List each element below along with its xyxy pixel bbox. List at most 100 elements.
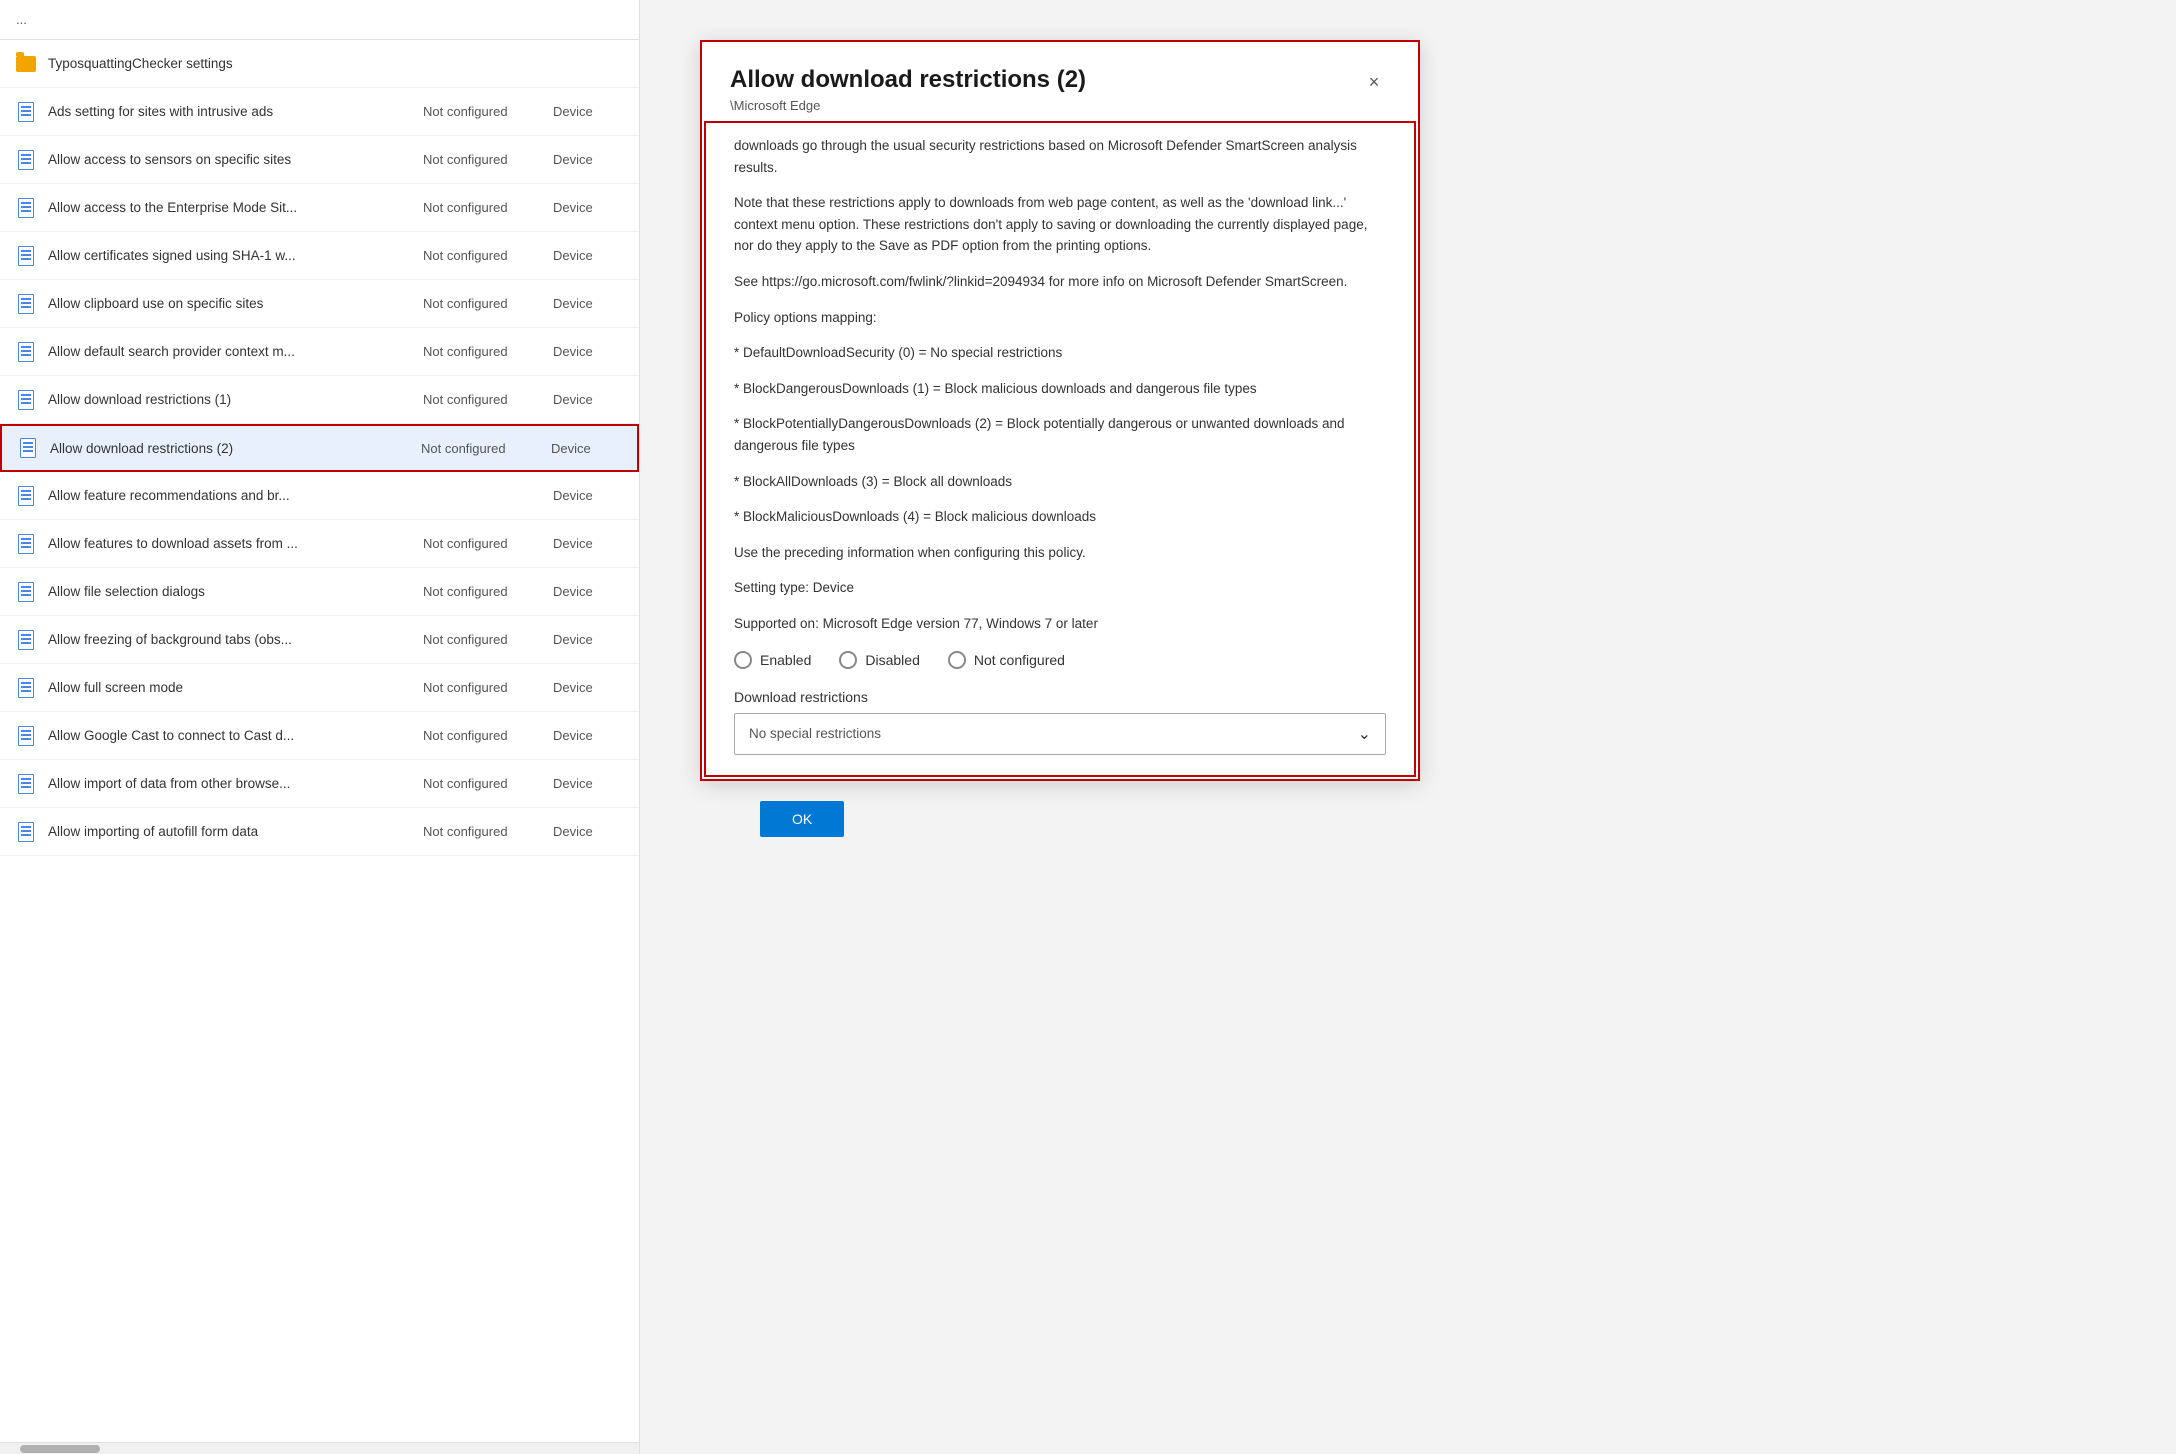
item-status: Not configured — [423, 632, 553, 647]
list-item[interactable]: Allow freezing of background tabs (obs..… — [0, 616, 639, 664]
radio-label: Disabled — [865, 652, 919, 668]
list-item[interactable]: Allow access to sensors on specific site… — [0, 136, 639, 184]
dropdown-label: Download restrictions — [734, 689, 1386, 705]
item-status: Not configured — [423, 344, 553, 359]
document-icon — [18, 582, 34, 602]
document-icon — [18, 726, 34, 746]
item-type: Device — [553, 152, 623, 167]
list-item[interactable]: Allow features to download assets from .… — [0, 520, 639, 568]
item-name: Allow feature recommendations and br... — [48, 488, 423, 503]
list-item[interactable]: Allow importing of autofill form dataNot… — [0, 808, 639, 856]
item-name: Allow Google Cast to connect to Cast d..… — [48, 728, 423, 743]
item-name: Allow full screen mode — [48, 680, 423, 695]
dialog-footer: OK — [700, 781, 904, 877]
list-item[interactable]: TyposquattingChecker settings — [0, 40, 639, 88]
item-name: Allow download restrictions (2) — [50, 441, 421, 456]
item-type: Device — [553, 248, 623, 263]
left-panel: ... TyposquattingChecker settingsAds set… — [0, 0, 640, 1454]
document-icon — [18, 534, 34, 554]
right-panel: Allow download restrictions (2) \Microso… — [640, 0, 2176, 1454]
document-icon — [18, 150, 34, 170]
item-status: Not configured — [423, 392, 553, 407]
radio-circle-icon — [839, 651, 857, 669]
top-text: ... — [16, 12, 27, 27]
item-type: Device — [553, 776, 623, 791]
description-paragraph: Setting type: Device — [734, 577, 1386, 599]
radio-option[interactable]: Enabled — [734, 651, 811, 669]
ok-button[interactable]: OK — [760, 801, 844, 837]
dialog: Allow download restrictions (2) \Microso… — [700, 40, 1420, 781]
close-button[interactable]: × — [1358, 66, 1390, 98]
item-type: Device — [553, 584, 623, 599]
item-status: Not configured — [423, 680, 553, 695]
item-type: Device — [553, 104, 623, 119]
policy-list: TyposquattingChecker settingsAds setting… — [0, 40, 639, 1442]
document-icon — [18, 198, 34, 218]
description-paragraph: Note that these restrictions apply to do… — [734, 192, 1386, 257]
document-icon — [20, 438, 36, 458]
document-icon — [18, 486, 34, 506]
horizontal-scrollbar[interactable] — [0, 1442, 639, 1454]
list-item[interactable]: Allow default search provider context m.… — [0, 328, 639, 376]
item-type: Device — [553, 344, 623, 359]
scrollbar-thumb[interactable] — [20, 1445, 100, 1453]
list-item[interactable]: Allow file selection dialogsNot configur… — [0, 568, 639, 616]
dialog-title-section: Allow download restrictions (2) \Microso… — [730, 66, 1358, 113]
item-type: Device — [551, 441, 621, 456]
dialog-description: downloads go through the usual security … — [734, 135, 1386, 635]
radio-option[interactable]: Disabled — [839, 651, 919, 669]
item-type: Device — [553, 536, 623, 551]
dropdown-section: Download restrictions No special restric… — [734, 689, 1386, 755]
chevron-down-icon: ⌄ — [1358, 724, 1371, 744]
document-icon — [18, 774, 34, 794]
item-type: Device — [553, 200, 623, 215]
item-name: Allow certificates signed using SHA-1 w.… — [48, 248, 423, 263]
description-paragraph: downloads go through the usual security … — [734, 135, 1386, 178]
dialog-title: Allow download restrictions (2) — [730, 66, 1358, 94]
dropdown-value: No special restrictions — [749, 726, 881, 741]
item-status: Not configured — [421, 441, 551, 456]
download-restrictions-dropdown[interactable]: No special restrictions ⌄ — [734, 713, 1386, 755]
document-icon — [18, 390, 34, 410]
item-name: Allow clipboard use on specific sites — [48, 296, 423, 311]
item-status: Not configured — [423, 104, 553, 119]
document-icon — [18, 246, 34, 266]
top-fade-row: ... — [0, 0, 639, 40]
item-name: Allow freezing of background tabs (obs..… — [48, 632, 423, 647]
document-icon — [18, 294, 34, 314]
list-item[interactable]: Allow full screen modeNot configuredDevi… — [0, 664, 639, 712]
item-type: Device — [553, 392, 623, 407]
description-paragraph: * BlockDangerousDownloads (1) = Block ma… — [734, 378, 1386, 400]
list-item[interactable]: Allow import of data from other browse..… — [0, 760, 639, 808]
list-item[interactable]: Allow clipboard use on specific sitesNot… — [0, 280, 639, 328]
item-status: Not configured — [423, 200, 553, 215]
description-paragraph: Use the preceding information when confi… — [734, 542, 1386, 564]
description-paragraph: See https://go.microsoft.com/fwlink/?lin… — [734, 271, 1386, 293]
item-status: Not configured — [423, 776, 553, 791]
document-icon — [18, 102, 34, 122]
radio-option[interactable]: Not configured — [948, 651, 1065, 669]
description-paragraph: * BlockMaliciousDownloads (4) = Block ma… — [734, 506, 1386, 528]
description-paragraph: * BlockAllDownloads (3) = Block all down… — [734, 471, 1386, 493]
list-item[interactable]: Allow feature recommendations and br...D… — [0, 472, 639, 520]
item-type: Device — [553, 296, 623, 311]
radio-circle-icon — [734, 651, 752, 669]
description-paragraph: Policy options mapping: — [734, 307, 1386, 329]
list-item[interactable]: Allow access to the Enterprise Mode Sit.… — [0, 184, 639, 232]
item-name: Allow file selection dialogs — [48, 584, 423, 599]
description-paragraph: * DefaultDownloadSecurity (0) = No speci… — [734, 342, 1386, 364]
item-name: Allow importing of autofill form data — [48, 824, 423, 839]
item-name: Ads setting for sites with intrusive ads — [48, 104, 423, 119]
list-item[interactable]: Allow download restrictions (1)Not confi… — [0, 376, 639, 424]
item-status: Not configured — [423, 728, 553, 743]
document-icon — [18, 822, 34, 842]
item-status: Not configured — [423, 584, 553, 599]
description-paragraph: * BlockPotentiallyDangerousDownloads (2)… — [734, 413, 1386, 456]
folder-icon — [16, 56, 36, 72]
item-type: Device — [553, 824, 623, 839]
list-item[interactable]: Allow download restrictions (2)Not confi… — [0, 424, 639, 472]
list-item[interactable]: Allow Google Cast to connect to Cast d..… — [0, 712, 639, 760]
list-item[interactable]: Allow certificates signed using SHA-1 w.… — [0, 232, 639, 280]
list-item[interactable]: Ads setting for sites with intrusive ads… — [0, 88, 639, 136]
dialog-body: downloads go through the usual security … — [704, 121, 1416, 777]
